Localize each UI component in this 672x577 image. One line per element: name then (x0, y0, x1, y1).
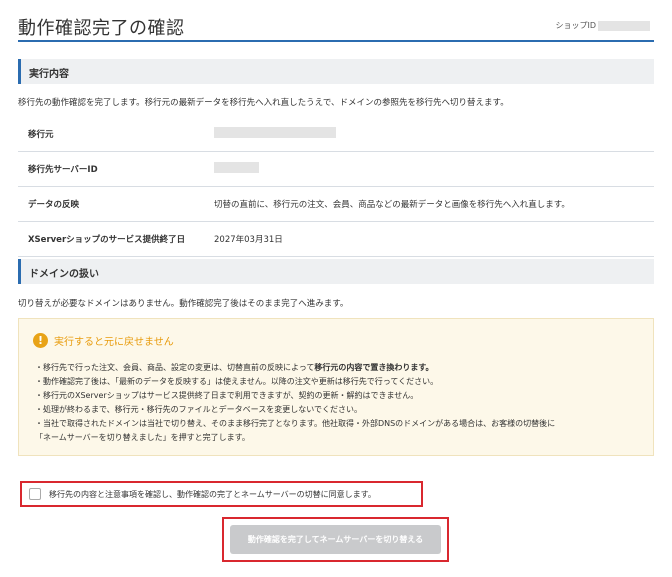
warning-line-1: ・移行先で行った注文、会員、商品、設定の変更は、切替直前の反映によって移行元の内… (35, 363, 434, 372)
page-title: 動作確認完了の確認 (18, 18, 185, 39)
warning-box: ! 実行すると元に戻せません ・移行先で行った注文、会員、商品、設定の変更は、切… (18, 318, 654, 456)
source-redacted-value (214, 127, 336, 138)
row-label: XServerショップのサービス提供終了日 (28, 235, 186, 245)
destination-redacted-value (214, 162, 259, 173)
shop-id-label: ショップID (555, 21, 596, 30)
table-row-data-reflection: データの反映 切替の直前に、移行元の注文、会員、商品などの最新データと画像を移行… (18, 187, 654, 222)
agreement-highlight: 移行先の内容と注意事項を確認し、動作確認の完了とネームサーバーの切替に同意します… (20, 481, 423, 507)
shop-id-value (598, 20, 650, 31)
agreement-checkbox[interactable] (29, 488, 41, 500)
shop-id: ショップID (555, 20, 650, 31)
execution-heading-text: 実行内容 (29, 69, 69, 80)
row-value: 2027年03月31日 (214, 235, 283, 245)
row-label: データの反映 (28, 200, 80, 210)
row-label: 移行元 (28, 130, 54, 140)
warning-emphasis: 移行元の内容で置き換わります。 (314, 363, 434, 372)
warning-line-4: ・処理が終わるまで、移行元・移行先のファイルとデータベースを変更しないでください… (35, 405, 363, 414)
execution-details-table: 移行元 移行先サーバーID データの反映 切替の直前に、移行元の注文、会員、商品… (18, 117, 654, 257)
execution-description: 移行先の動作確認を完了します。移行元の最新データを移行先へ入れ直したうえで、ドメ… (18, 98, 509, 108)
row-value-destination (214, 162, 259, 176)
submit-highlight: 動作確認を完了してネームサーバーを切り替える (222, 517, 449, 562)
exclamation-icon: ! (33, 333, 48, 348)
page-header: 動作確認完了の確認 ショップID (18, 14, 654, 42)
agreement-label[interactable]: 移行先の内容と注意事項を確認し、動作確認の完了とネームサーバーの切替に同意します… (49, 489, 376, 500)
execution-section-heading: 実行内容 (18, 59, 654, 84)
warning-list: ・移行先で行った注文、会員、商品、設定の変更は、切替直前の反映によって移行元の内… (35, 361, 645, 445)
warning-title: ! 実行すると元に戻せません (33, 333, 174, 348)
table-row-source: 移行元 (18, 117, 654, 152)
domain-heading-text: ドメインの扱い (29, 269, 99, 280)
warning-line-5: ・当社で取得されたドメインは当社で切り替え、そのまま移行完了となります。他社取得… (35, 419, 556, 428)
row-value: 切替の直前に、移行元の注文、会員、商品などの最新データと画像を移行先へ入れ直しま… (214, 200, 570, 210)
table-row-end-date: XServerショップのサービス提供終了日 2027年03月31日 (18, 222, 654, 257)
row-label: 移行先サーバーID (28, 165, 98, 175)
complete-and-switch-button[interactable]: 動作確認を完了してネームサーバーを切り替える (230, 525, 441, 554)
warning-line-2: ・動作確認完了後は、「最新のデータを反映する」は使えません。以降の注文や更新は移… (35, 377, 439, 386)
table-row-destination-server-id: 移行先サーバーID (18, 152, 654, 187)
domain-section-heading: ドメインの扱い (18, 259, 654, 284)
domain-description: 切り替えが必要なドメインはありません。動作確認完了後はそのまま完了へ進みます。 (18, 299, 349, 309)
warning-line-3: ・移行元のXServerショップはサービス提供終了日まで利用できますが、契約の更… (35, 391, 419, 400)
row-value-source (214, 127, 336, 141)
warning-title-text: 実行すると元に戻せません (54, 337, 174, 348)
warning-line-6: 「ネームサーバーを切り替えました」を押すと完了します。 (35, 433, 250, 442)
